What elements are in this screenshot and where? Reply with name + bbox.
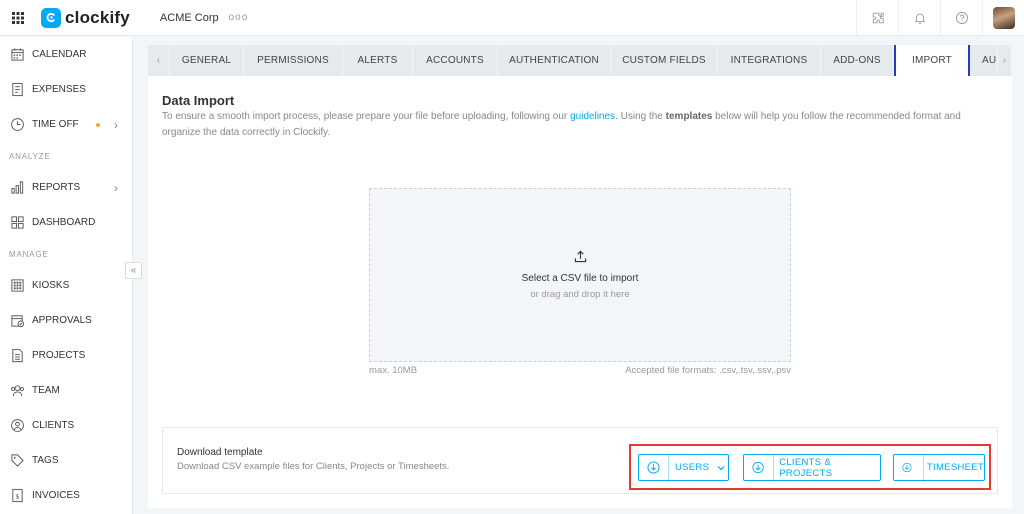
templates-bold-text: templates bbox=[665, 111, 713, 122]
tab-alerts[interactable]: ALERTS bbox=[343, 45, 413, 76]
notification-dot bbox=[96, 122, 100, 127]
timesheet-button-label: TIMESHEET bbox=[926, 462, 984, 473]
guidelines-link[interactable]: guidelines bbox=[570, 111, 615, 122]
users-template-button[interactable]: USERS bbox=[638, 454, 729, 482]
sidebar-item-dashboard[interactable]: DASHBOARD bbox=[0, 205, 132, 240]
max-file-size: max. 10MB bbox=[369, 365, 418, 376]
import-description: To ensure a smooth import process, pleas… bbox=[162, 111, 961, 138]
projects-icon bbox=[9, 348, 25, 364]
calendar-icon bbox=[9, 47, 25, 63]
sidebar-item-time-off[interactable]: TIME OFF › bbox=[0, 107, 132, 142]
sidebar-item-kiosks[interactable]: KIOSKS bbox=[0, 268, 132, 303]
chevron-right-icon: › bbox=[114, 180, 118, 195]
collapse-sidebar-button[interactable]: « bbox=[125, 262, 142, 279]
sidebar-item-label: APPROVALS bbox=[32, 315, 92, 326]
template-subtitle: Download CSV example files for Clients, … bbox=[177, 461, 450, 472]
user-avatar[interactable] bbox=[982, 0, 1024, 36]
chevron-right-icon: › bbox=[114, 117, 118, 132]
download-icon bbox=[647, 461, 660, 474]
template-buttons-group: USERS CLIENTS & PROJECTS TIMESHEET bbox=[629, 444, 991, 490]
bell-icon[interactable] bbox=[898, 0, 940, 36]
sidebar-item-label: INVOICES bbox=[32, 490, 80, 501]
sidebar-item-label: CLIENTS bbox=[32, 420, 75, 431]
kiosk-icon bbox=[9, 278, 25, 294]
sidebar-item-approvals[interactable]: APPROVALS bbox=[0, 303, 132, 338]
sidebar-item-reports[interactable]: REPORTS › bbox=[0, 170, 132, 205]
sidebar-item-label: TAGS bbox=[32, 455, 59, 466]
apps-grid-icon[interactable] bbox=[0, 0, 36, 36]
workspace-name[interactable]: ACME Corp bbox=[160, 12, 219, 24]
sidebar-item-team[interactable]: TEAM bbox=[0, 373, 132, 408]
clients-projects-template-button[interactable]: CLIENTS & PROJECTS bbox=[743, 454, 881, 482]
users-button-label: USERS bbox=[675, 462, 710, 473]
sidebar-item-label: REPORTS bbox=[32, 182, 81, 193]
sidebar-item-tags[interactable]: TAGS bbox=[0, 443, 132, 478]
template-title: Download template bbox=[177, 447, 263, 458]
upload-icon bbox=[574, 250, 586, 263]
download-icon bbox=[752, 461, 764, 474]
app-name: clockify bbox=[65, 7, 130, 27]
tabs-next-arrow[interactable]: › bbox=[998, 45, 1012, 76]
clients-icon bbox=[9, 418, 25, 434]
help-icon[interactable] bbox=[940, 0, 982, 36]
sidebar-item-label: PROJECTS bbox=[32, 350, 86, 361]
download-template-section: Download template Download CSV example f… bbox=[162, 427, 998, 494]
sidebar-item-label: KIOSKS bbox=[32, 280, 70, 291]
timesheet-template-button[interactable]: TIMESHEET bbox=[893, 454, 985, 482]
tab-audit-log[interactable]: AU bbox=[970, 45, 998, 76]
tab-integrations[interactable]: INTEGRATIONS bbox=[718, 45, 821, 76]
tab-general[interactable]: GENERAL bbox=[170, 45, 244, 76]
section-label-manage: MANAGE bbox=[9, 249, 49, 259]
dashboard-icon bbox=[9, 215, 25, 231]
reports-icon bbox=[9, 180, 25, 196]
sidebar-item-label: TEAM bbox=[32, 385, 60, 396]
invoices-icon: $ bbox=[9, 488, 25, 504]
sidebar: CALENDAR EXPENSES TIME OFF › ANALYZE REP… bbox=[0, 37, 133, 514]
dropzone-sub-text: or drag and drop it here bbox=[530, 289, 630, 300]
csv-dropzone[interactable]: Select a CSV file to import or drag and … bbox=[369, 188, 791, 362]
sidebar-item-clients[interactable]: CLIENTS bbox=[0, 408, 132, 443]
sidebar-item-projects[interactable]: PROJECTS bbox=[0, 338, 132, 373]
page-title: Data Import bbox=[162, 93, 235, 108]
sidebar-item-label: EXPENSES bbox=[32, 84, 86, 95]
puzzle-icon[interactable] bbox=[856, 0, 898, 36]
sidebar-item-label: CALENDAR bbox=[32, 49, 87, 60]
tab-custom-fields[interactable]: CUSTOM FIELDS bbox=[611, 45, 718, 76]
approvals-icon bbox=[9, 313, 25, 329]
settings-tabs: ‹ GENERAL PERMISSIONS ALERTS ACCOUNTS AU… bbox=[148, 45, 1012, 76]
sidebar-item-calendar[interactable]: CALENDAR bbox=[0, 37, 132, 72]
clockify-logo-icon bbox=[41, 7, 61, 28]
download-icon bbox=[902, 462, 912, 473]
team-icon bbox=[9, 383, 25, 399]
sidebar-item-label: DASHBOARD bbox=[32, 217, 96, 228]
avatar-image bbox=[992, 6, 1015, 29]
clockify-logo[interactable]: clockify bbox=[41, 7, 130, 28]
clock-icon bbox=[9, 117, 25, 133]
section-label-analyze: ANALYZE bbox=[9, 151, 51, 161]
tab-accounts[interactable]: ACCOUNTS bbox=[413, 45, 498, 76]
dropzone-main-text: Select a CSV file to import bbox=[521, 273, 639, 284]
chevron-down-icon bbox=[717, 465, 725, 470]
sidebar-item-invoices[interactable]: $ INVOICES bbox=[0, 478, 132, 513]
import-panel: Data Import To ensure a smooth import pr… bbox=[148, 76, 1012, 508]
tab-add-ons[interactable]: ADD-ONS bbox=[821, 45, 894, 76]
workspace-more-icon[interactable]: ooo bbox=[229, 12, 249, 23]
clients-projects-button-label: CLIENTS & PROJECTS bbox=[779, 456, 833, 479]
expenses-icon bbox=[9, 82, 25, 98]
tab-authentication[interactable]: AUTHENTICATION bbox=[498, 45, 611, 76]
sidebar-item-label: TIME OFF bbox=[32, 119, 79, 130]
top-bar: clockify ACME Corp ooo bbox=[0, 0, 1024, 36]
sidebar-item-expenses[interactable]: EXPENSES bbox=[0, 72, 132, 107]
accepted-formats: Accepted file formats: .csv,.tsv,.ssv,.p… bbox=[625, 365, 791, 376]
tab-import[interactable]: IMPORT bbox=[894, 45, 970, 76]
tabs-prev-arrow[interactable]: ‹ bbox=[148, 45, 170, 76]
svg-text:$: $ bbox=[15, 492, 19, 500]
tag-icon bbox=[9, 453, 25, 469]
tab-permissions[interactable]: PERMISSIONS bbox=[244, 45, 343, 76]
